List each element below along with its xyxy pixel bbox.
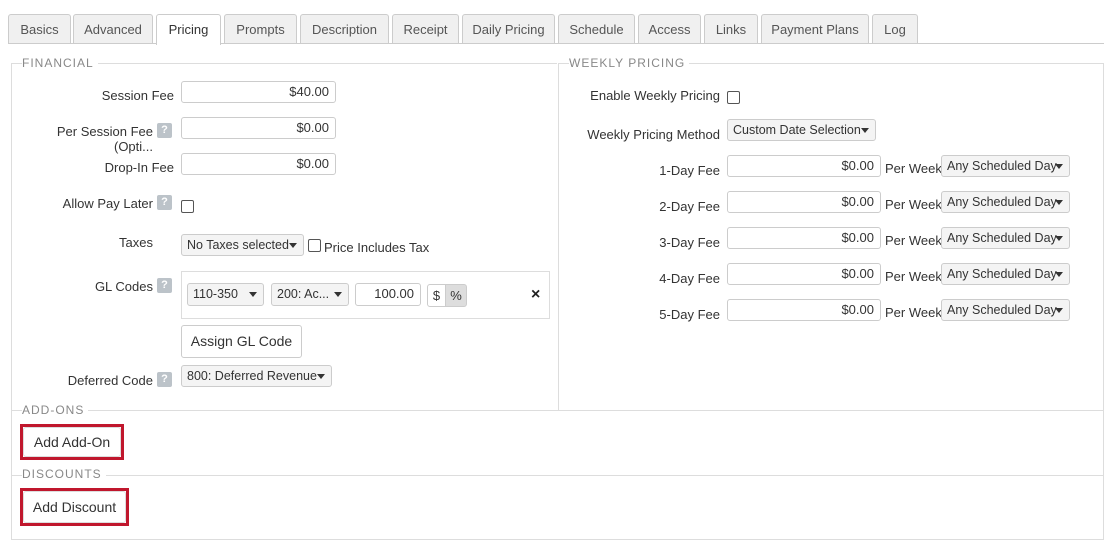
- tab-description[interactable]: Description: [300, 14, 389, 43]
- gl-codes-label: GL Codes: [94, 279, 153, 294]
- day-availability-select[interactable]: Any Scheduled Day: [941, 191, 1070, 213]
- price-includes-tax-checkbox[interactable]: [308, 239, 321, 252]
- session-fee-input[interactable]: $40.00: [181, 81, 336, 103]
- enable-weekly-pricing-checkbox[interactable]: [727, 91, 740, 104]
- per-session-fee-label: Per Session Fee (Opti...: [56, 124, 153, 154]
- addons-top-border: [11, 410, 1104, 411]
- day-fee-input[interactable]: $0.00: [727, 155, 881, 177]
- weekly-pricing-method-select[interactable]: Custom Date Selection: [727, 119, 876, 141]
- close-icon[interactable]: ×: [531, 286, 540, 304]
- deferred-code-help-icon[interactable]: ?: [157, 372, 172, 387]
- day-fee-input[interactable]: $0.00: [727, 227, 881, 249]
- dollar-toggle[interactable]: $: [427, 284, 446, 307]
- tab-bar: Basics Advanced Pricing Prompts Descript…: [0, 14, 1110, 45]
- day-availability-value: Any Scheduled Day: [947, 195, 1057, 209]
- pay-later-help-icon[interactable]: ?: [157, 195, 172, 210]
- deferred-code-select-value: 800: Deferred Revenue: [187, 369, 317, 383]
- chevron-down-icon: [317, 374, 325, 379]
- chevron-down-icon: [1055, 200, 1063, 205]
- taxes-select-value: No Taxes selected: [187, 238, 289, 252]
- price-includes-tax-label: Price Includes Tax: [324, 240, 430, 255]
- day-fee-label: 2-Day Fee: [659, 199, 720, 214]
- tab-daily-pricing[interactable]: Daily Pricing: [462, 14, 555, 43]
- day-availability-value: Any Scheduled Day: [947, 303, 1057, 317]
- day-fee-input[interactable]: $0.00: [727, 191, 881, 213]
- tab-advanced[interactable]: Advanced: [73, 14, 153, 43]
- gl-code-select-value: 110-350: [193, 287, 238, 301]
- add-discount-button[interactable]: Add Discount: [23, 491, 126, 523]
- percent-toggle[interactable]: %: [445, 284, 467, 307]
- tab-payment-plans[interactable]: Payment Plans: [761, 14, 869, 43]
- day-fee-label: 3-Day Fee: [659, 235, 720, 250]
- session-fee-label: Session Fee: [101, 88, 174, 103]
- per-session-help-icon[interactable]: ?: [157, 123, 172, 138]
- add-addon-button[interactable]: Add Add-On: [23, 427, 121, 457]
- day-availability-select[interactable]: Any Scheduled Day: [941, 299, 1070, 321]
- column-divider: [558, 63, 559, 410]
- addons-legend: ADD-ONS: [22, 403, 89, 417]
- pay-later-checkbox[interactable]: [181, 200, 194, 213]
- taxes-select[interactable]: No Taxes selected: [181, 234, 304, 256]
- gl-account-select[interactable]: 200: Ac...: [271, 283, 349, 306]
- tab-log[interactable]: Log: [872, 14, 918, 43]
- day-fee-input[interactable]: $0.00: [727, 299, 881, 321]
- day-fee-label: 1-Day Fee: [659, 163, 720, 178]
- day-fee-label: 4-Day Fee: [659, 271, 720, 286]
- chevron-down-icon: [1055, 272, 1063, 277]
- pay-later-label: Allow Pay Later: [62, 196, 153, 211]
- outer-right-border: [1103, 63, 1104, 540]
- assign-gl-code-button[interactable]: Assign GL Code: [181, 325, 302, 358]
- day-fee-input[interactable]: $0.00: [727, 263, 881, 285]
- day-availability-value: Any Scheduled Day: [947, 159, 1057, 173]
- chevron-down-icon: [1055, 308, 1063, 313]
- chevron-down-icon: [249, 292, 257, 297]
- weekly-pricing-legend: WEEKLY PRICING: [569, 56, 690, 70]
- outer-left-border: [11, 63, 12, 540]
- tab-pricing[interactable]: Pricing: [156, 14, 221, 45]
- gl-code-select[interactable]: 110-350: [187, 283, 264, 306]
- day-availability-select[interactable]: Any Scheduled Day: [941, 227, 1070, 249]
- chevron-down-icon: [289, 243, 297, 248]
- financial-legend: FINANCIAL: [22, 56, 98, 70]
- discounts-legend: DISCOUNTS: [22, 467, 106, 481]
- per-session-fee-input[interactable]: $0.00: [181, 117, 336, 139]
- weekly-pricing-method-label: Weekly Pricing Method: [587, 127, 720, 142]
- dropin-fee-label: Drop-In Fee: [104, 160, 174, 175]
- day-availability-select[interactable]: Any Scheduled Day: [941, 155, 1070, 177]
- deferred-code-label: Deferred Code: [67, 373, 153, 388]
- per-week-label: Per Week: [885, 197, 942, 212]
- tab-schedule[interactable]: Schedule: [558, 14, 635, 43]
- dropin-fee-input[interactable]: $0.00: [181, 153, 336, 175]
- chevron-down-icon: [861, 128, 869, 133]
- tab-receipt[interactable]: Receipt: [392, 14, 459, 43]
- taxes-label: Taxes: [119, 235, 153, 250]
- gl-amount-input[interactable]: 100.00: [355, 283, 421, 306]
- discounts-top-border: [11, 475, 1104, 476]
- enable-weekly-pricing-label: Enable Weekly Pricing: [590, 88, 720, 103]
- tab-access[interactable]: Access: [638, 14, 701, 43]
- bottom-border: [11, 539, 1104, 540]
- tab-basics[interactable]: Basics: [8, 14, 71, 43]
- deferred-code-select[interactable]: 800: Deferred Revenue: [181, 365, 332, 387]
- per-week-label: Per Week: [885, 305, 942, 320]
- tab-prompts[interactable]: Prompts: [224, 14, 297, 43]
- day-availability-select[interactable]: Any Scheduled Day: [941, 263, 1070, 285]
- day-availability-value: Any Scheduled Day: [947, 231, 1057, 245]
- per-week-label: Per Week: [885, 161, 942, 176]
- weekly-pricing-method-value: Custom Date Selection: [733, 123, 861, 137]
- day-availability-value: Any Scheduled Day: [947, 267, 1057, 281]
- per-week-label: Per Week: [885, 233, 942, 248]
- tab-links[interactable]: Links: [704, 14, 758, 43]
- per-week-label: Per Week: [885, 269, 942, 284]
- gl-account-select-value: 200: Ac...: [277, 287, 330, 301]
- chevron-down-icon: [334, 292, 342, 297]
- day-fee-label: 5-Day Fee: [659, 307, 720, 322]
- gl-codes-help-icon[interactable]: ?: [157, 278, 172, 293]
- chevron-down-icon: [1055, 164, 1063, 169]
- chevron-down-icon: [1055, 236, 1063, 241]
